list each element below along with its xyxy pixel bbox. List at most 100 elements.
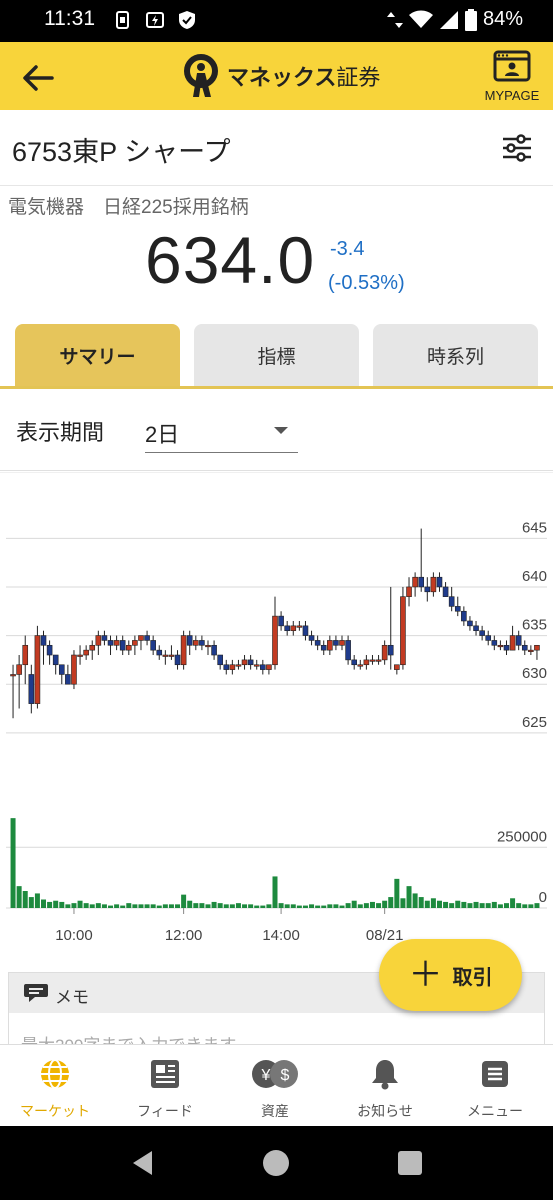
volume-bar [47, 901, 53, 908]
filter-settings-icon[interactable] [499, 130, 535, 166]
nav-menu[interactable]: メニュー [440, 1045, 550, 1127]
candle-body [394, 664, 400, 670]
candle-body [58, 664, 65, 675]
app-root: 11:31 84% マネックス 証券 MYPAGE 6753東P シャープ 電気… [0, 0, 553, 1200]
candle-body [156, 649, 163, 656]
system-home-icon[interactable] [261, 1148, 291, 1178]
candle-body [284, 625, 290, 632]
price-chart[interactable]: 625 630 635 640 645 0 250000 10:00 12:00 14:00 08/… [0, 472, 553, 972]
plus-icon: ＋ [408, 956, 443, 994]
price-tick-label: 645 [522, 519, 547, 536]
volume-bar [449, 903, 455, 908]
trade-button[interactable]: ＋ 取引 [379, 939, 522, 1011]
candle-body [266, 664, 272, 670]
status-right: 84% [386, 8, 523, 31]
mypage-button[interactable]: MYPAGE [481, 50, 543, 108]
volume-bar [400, 898, 406, 908]
volume-tick-label: 250000 [497, 828, 547, 845]
price-tick-label: 640 [522, 568, 547, 585]
candle-body [375, 659, 382, 662]
volume-bar [83, 903, 89, 908]
volume-bar [187, 900, 193, 908]
candle-body [101, 635, 108, 641]
news-icon [151, 1060, 179, 1088]
profile-card-icon [493, 50, 531, 82]
system-recents-icon[interactable] [395, 1148, 425, 1178]
trade-label: 取引 [452, 966, 493, 989]
volume-bar [461, 901, 467, 908]
candle-body [71, 654, 77, 685]
period-value: 2日 [145, 422, 180, 447]
menu-icon [482, 1061, 508, 1087]
volume-bar [41, 899, 47, 908]
volume-bar [382, 900, 388, 908]
volume-bar [223, 904, 229, 908]
candle-body [89, 644, 96, 651]
stock-title: 6753東P シャープ [12, 137, 231, 167]
x-tick-label: 08/21 [366, 927, 404, 944]
system-back-icon[interactable] [128, 1148, 158, 1178]
candle-body [448, 596, 455, 607]
back-arrow-icon[interactable] [18, 58, 58, 98]
volume-bar [497, 904, 503, 908]
volume-bar [77, 900, 83, 908]
candle-body [229, 664, 236, 670]
volume-bar [363, 903, 369, 908]
stock-price: 634.0 [145, 223, 316, 297]
candle-body [479, 630, 485, 636]
nav-feed[interactable]: フィード [110, 1045, 220, 1127]
tab-indicators[interactable]: 指標 [194, 324, 359, 386]
tab-summary[interactable]: サマリー [15, 324, 180, 386]
candle-body [119, 640, 126, 651]
candle-body [290, 625, 297, 632]
candle-body [150, 640, 156, 651]
volume-bar [132, 904, 138, 908]
volume-bar [315, 905, 321, 908]
stock-change-percent: (-0.53%) [328, 272, 405, 294]
candle-body [345, 640, 351, 661]
candle-body [461, 610, 467, 622]
volume-bar [205, 904, 211, 908]
period-dropdown[interactable]: 2日 [145, 409, 298, 453]
volume-bar [65, 904, 71, 908]
system-nav-bar [0, 1126, 553, 1200]
nav-assets[interactable]: ¥ $ 資産 [220, 1045, 330, 1127]
nav-market[interactable]: マーケット [0, 1045, 110, 1127]
candle-body [46, 644, 53, 656]
volume-bar [175, 904, 181, 908]
candle-body [52, 654, 59, 666]
tab-timeseries[interactable]: 時系列 [373, 324, 538, 386]
candle-body [296, 625, 303, 628]
candle-body [308, 635, 315, 641]
volume-bar [443, 901, 449, 908]
volume-bar [302, 905, 308, 908]
candle-body [528, 649, 534, 652]
battery-saver-icon [146, 12, 164, 28]
bottom-nav: マーケット フィード ¥ $ 資産 お知らせ メニュー [0, 1044, 553, 1126]
candle-body [180, 635, 187, 666]
volume-bar [229, 904, 235, 908]
volume-bar [114, 904, 120, 908]
volume-bar [71, 903, 77, 908]
volume-bar [248, 904, 254, 908]
globe-icon [41, 1059, 69, 1089]
candle-body [485, 635, 492, 641]
candle-body [217, 654, 223, 666]
volume-bar [491, 901, 497, 908]
volume-bar [473, 901, 479, 908]
volume-bar [22, 891, 28, 908]
candle-body [278, 615, 284, 627]
nav-notices[interactable]: お知らせ [330, 1045, 440, 1127]
volume-bar [101, 904, 107, 908]
notification-icons [112, 9, 198, 31]
x-tick-label: 10:00 [55, 927, 93, 944]
candle-body [22, 644, 29, 666]
candle-body [95, 635, 102, 646]
volume-bar [321, 905, 327, 908]
volume-bar [217, 903, 223, 908]
volume-bar [522, 904, 528, 908]
candle-body [412, 576, 418, 588]
nav-assets-label: 資産 [261, 1103, 289, 1119]
volume-bar [254, 905, 260, 908]
volume-bar [388, 897, 394, 908]
